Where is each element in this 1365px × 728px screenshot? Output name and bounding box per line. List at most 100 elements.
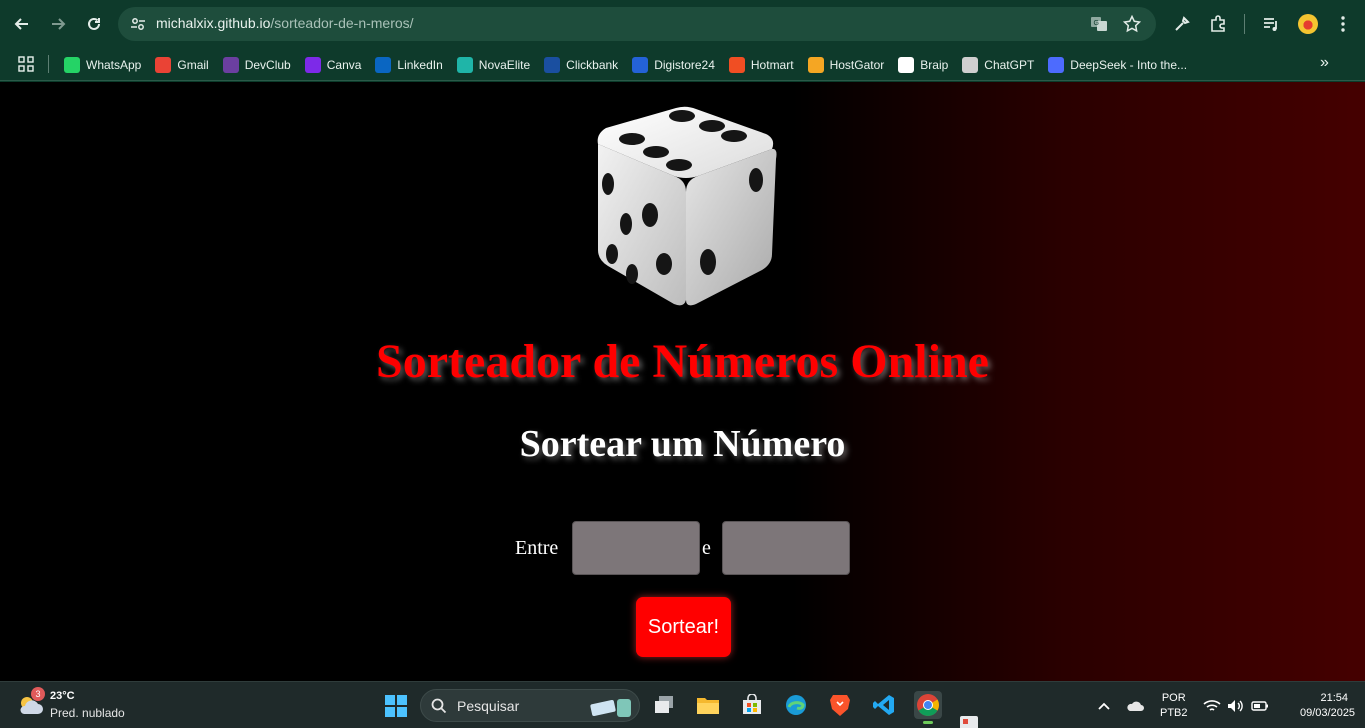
- digistore24-icon: [632, 56, 649, 73]
- browser-toolbar: michalxix.github.io/sorteador-de-n-meros…: [0, 0, 1365, 48]
- bookmark-label: Digistore24: [654, 57, 715, 72]
- taskbar-brave[interactable]: [826, 691, 854, 719]
- translate-icon[interactable]: G: [1090, 15, 1108, 33]
- bookmark-label: Braip: [920, 57, 949, 72]
- clock-date: 09/03/2025: [1300, 707, 1356, 719]
- forward-button[interactable]: [46, 12, 70, 36]
- dice-image: [597, 106, 777, 306]
- battery-icon: [1251, 701, 1268, 711]
- bookmark-label: HostGator: [829, 57, 885, 72]
- site-settings-icon[interactable]: [130, 16, 146, 32]
- taskbar-partial-app-icon[interactable]: [960, 716, 978, 728]
- folder-icon: [697, 698, 719, 714]
- bookmark-whatsapp[interactable]: WhatsApp: [64, 53, 141, 77]
- bookmark-deepseek[interactable]: DeepSeek - Into the...: [1048, 53, 1187, 77]
- chatgpt-icon: [962, 56, 979, 73]
- bookmark-label: Canva: [326, 57, 362, 72]
- range-and-label: e: [702, 537, 711, 559]
- braip-icon: [898, 56, 915, 73]
- eyedropper-extension-button[interactable]: [1171, 13, 1193, 35]
- bookmark-novaelite[interactable]: NovaElite: [456, 53, 531, 77]
- apps-grid-icon[interactable]: [18, 56, 34, 72]
- bookmark-hostgator[interactable]: HostGator: [807, 53, 885, 77]
- taskbar-microsoft-store[interactable]: [738, 691, 766, 719]
- taskbar-file-explorer[interactable]: [694, 691, 722, 719]
- bookmark-label: DeepSeek - Into the...: [1070, 57, 1188, 72]
- media-controls-button[interactable]: [1260, 13, 1282, 35]
- weather-condition-text: Pred. nublado: [50, 706, 125, 720]
- chevron-up-icon: [1098, 702, 1110, 710]
- active-app-indicator: [923, 721, 933, 724]
- bookmark-hotmart[interactable]: Hotmart: [728, 53, 794, 77]
- bookmark-label: Hotmart: [750, 57, 794, 72]
- max-number-input[interactable]: [722, 521, 850, 575]
- volume-tray-icon[interactable]: [1227, 697, 1245, 715]
- reload-button[interactable]: [82, 12, 106, 36]
- bookmark-devclub[interactable]: DevClub: [222, 53, 291, 77]
- windows-taskbar: 3 23°C Pred. nublado Pesquisar POR PTB2 …: [0, 681, 1365, 728]
- taskbar-chrome[interactable]: [914, 691, 942, 724]
- search-icon: [431, 698, 447, 714]
- back-button[interactable]: [10, 12, 34, 36]
- bookmarks-bar: WhatsApp Gmail DevClub Canva LinkedIn NovaEli…: [0, 48, 1365, 81]
- brave-lion-icon: [830, 695, 850, 716]
- more-bookmarks-button[interactable]: »: [1320, 54, 1329, 72]
- url-text[interactable]: michalxix.github.io/sorteador-de-n-meros…: [156, 15, 414, 31]
- taskbar-task-view[interactable]: [650, 691, 678, 719]
- url-host: michalxix.github.io: [156, 15, 271, 31]
- windows-start-icon[interactable]: [384, 694, 408, 718]
- puzzle-icon: [1211, 15, 1225, 32]
- clock-time: 21:54: [1320, 692, 1348, 704]
- speaker-icon: [1228, 700, 1243, 712]
- bookmarks-list: WhatsApp Gmail DevClub Canva LinkedIn NovaEli…: [64, 48, 1187, 81]
- battery-tray-icon[interactable]: [1251, 697, 1269, 715]
- canva-icon: [304, 56, 321, 73]
- bookmark-digistore24[interactable]: Digistore24: [632, 53, 715, 77]
- onedrive-tray-icon[interactable]: [1126, 697, 1144, 715]
- devclub-icon: [222, 56, 239, 73]
- eyedropper-icon: [1175, 16, 1190, 31]
- taskbar-search-box[interactable]: Pesquisar: [420, 689, 640, 722]
- page-content: Sorteador de Números Online Sortear um N…: [0, 82, 1365, 681]
- cloud-icon: [1127, 701, 1144, 711]
- partial-app-mark: [963, 719, 968, 724]
- music-queue-icon: [1264, 18, 1277, 31]
- bookmark-label: WhatsApp: [86, 57, 142, 72]
- weather-alert-badge: 3: [31, 687, 45, 701]
- taskbar-clock[interactable]: 21:54 09/03/2025: [1300, 691, 1356, 721]
- taskbar-edge[interactable]: [782, 691, 810, 719]
- temperature-text: 23°C: [50, 690, 75, 702]
- bookmark-canva[interactable]: Canva: [304, 53, 362, 77]
- bookmark-gmail[interactable]: Gmail: [155, 53, 209, 77]
- input-language-indicator[interactable]: POR PTB2: [1160, 691, 1188, 721]
- taskbar-vscode[interactable]: [870, 691, 898, 719]
- wifi-tray-icon[interactable]: [1203, 697, 1221, 715]
- bookmark-label: NovaElite: [478, 57, 531, 72]
- task-view-icon: [655, 696, 673, 713]
- bookmark-linkedin[interactable]: LinkedIn: [375, 53, 443, 77]
- draw-button[interactable]: Sortear!: [636, 597, 731, 657]
- browser-menu-button[interactable]: [1332, 13, 1354, 35]
- address-bar[interactable]: michalxix.github.io/sorteador-de-n-meros…: [118, 7, 1156, 41]
- bookmark-chatgpt[interactable]: ChatGPT: [962, 53, 1034, 77]
- bookmark-braip[interactable]: Braip: [898, 53, 948, 77]
- kebab-menu-icon: [1341, 16, 1345, 32]
- bookmark-label: LinkedIn: [397, 57, 443, 72]
- store-icon: [743, 694, 761, 714]
- clickbank-icon: [544, 56, 561, 73]
- extensions-button[interactable]: [1207, 13, 1229, 35]
- profile-avatar[interactable]: [1298, 14, 1318, 34]
- search-placeholder: Pesquisar: [457, 698, 520, 714]
- min-number-input[interactable]: [572, 521, 700, 575]
- wifi-icon: [1203, 700, 1221, 711]
- bookmark-label: Gmail: [177, 57, 209, 72]
- bookmark-clickbank[interactable]: Clickbank: [544, 53, 618, 77]
- back-arrow-icon: [14, 18, 28, 30]
- show-hidden-icons-button[interactable]: [1095, 697, 1113, 715]
- search-highlight-icon: [590, 699, 631, 717]
- hotmart-icon: [728, 56, 745, 73]
- bookmark-star-icon[interactable]: [1123, 15, 1141, 33]
- toolbar-divider: [1244, 14, 1245, 34]
- novaelite-icon: [456, 56, 473, 73]
- range-from-label: Entre: [515, 537, 559, 559]
